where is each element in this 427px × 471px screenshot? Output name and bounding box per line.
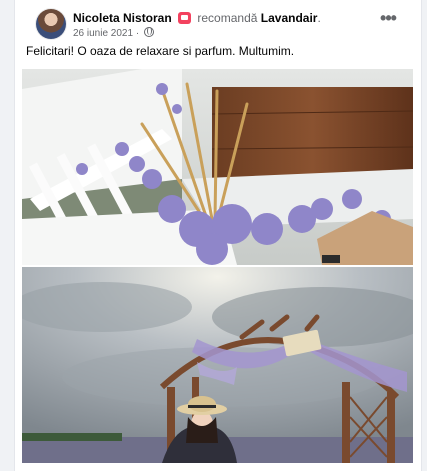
author-name[interactable]: Nicoleta Nistoran xyxy=(73,11,172,25)
recommend-verb: recomandă xyxy=(197,11,258,25)
post-header: Nicoleta Nistoran recomandă Lavandair. 2… xyxy=(15,0,421,44)
recommend-flag-icon xyxy=(178,12,192,24)
post-title-line: Nicoleta Nistoran recomandă Lavandair. xyxy=(73,11,321,25)
post-text: Felicitari! O oaza de relaxare si parfum… xyxy=(26,44,295,58)
more-options-button[interactable]: ••• xyxy=(377,9,399,28)
lavender-bouquet-photo[interactable] xyxy=(22,69,413,265)
page-name-link[interactable]: Lavandair xyxy=(261,11,318,25)
globe-icon xyxy=(143,27,154,37)
lavender-arch-photo[interactable] xyxy=(22,267,413,463)
page-suffix: . xyxy=(317,11,321,25)
post-meta: 26 iunie 2021 · xyxy=(73,27,154,39)
avatar[interactable] xyxy=(36,9,66,39)
post-date[interactable]: 26 iunie 2021 xyxy=(73,28,133,39)
meta-separator: · xyxy=(133,28,142,39)
post-card: Nicoleta Nistoran recomandă Lavandair. 2… xyxy=(14,0,422,471)
